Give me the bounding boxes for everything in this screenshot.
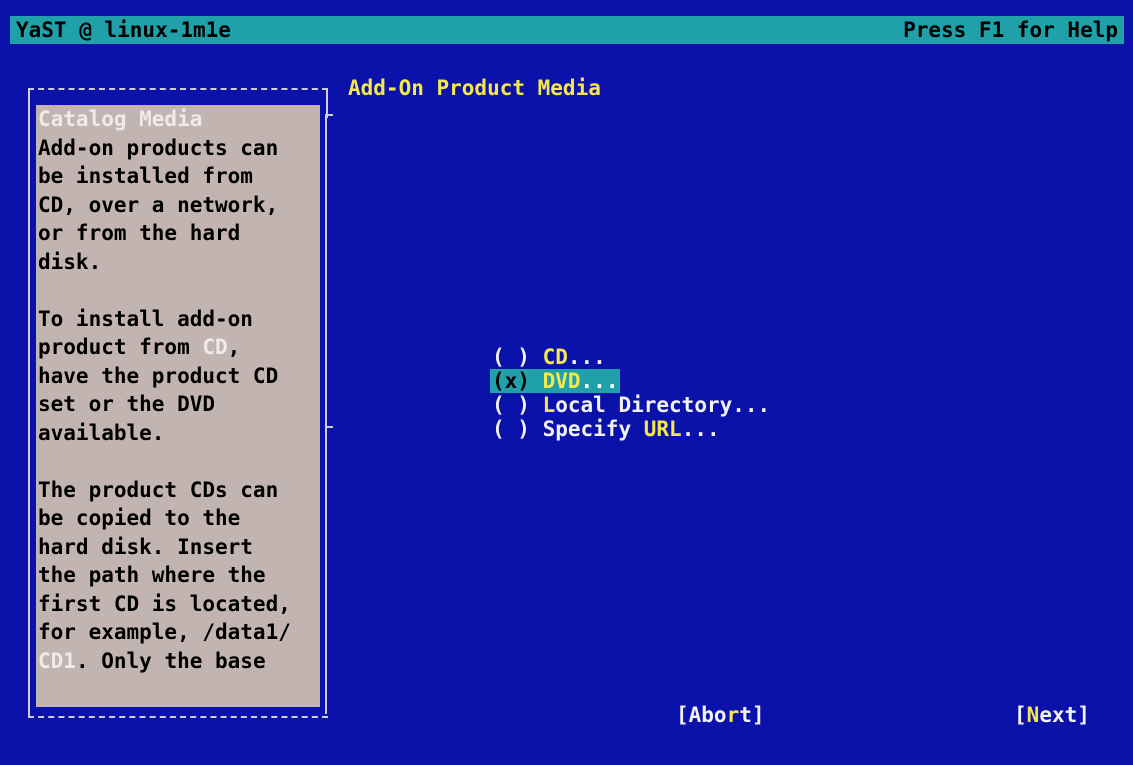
help-line: The product CDs can <box>38 477 279 502</box>
help-line: CD1. Only the base <box>38 647 320 676</box>
help-panel[interactable]: Catalog Media Add-on products can be insta… <box>36 105 320 707</box>
option-dvd[interactable]: (x) DVD... <box>490 369 621 393</box>
help-line: To install add-on <box>38 306 253 331</box>
yast-screen: YaST @ linux-1m1e Press F1 for Help Cata… <box>0 0 1133 765</box>
help-text: Catalog Media Add-on products can be insta… <box>38 105 320 675</box>
frame-left-border <box>28 88 30 718</box>
radio-label-hotkey: URL <box>643 417 682 441</box>
help-line-segment: . Only the base <box>75 648 266 673</box>
radio-label-hotkey: CD <box>542 345 568 369</box>
help-line: product from CD, <box>38 333 320 362</box>
option-specify-url[interactable]: ( ) Specify URL... <box>490 417 722 441</box>
radio-indicator: (x) <box>492 369 530 393</box>
frame-bottom-border <box>28 716 328 718</box>
help-line: set or the DVD <box>38 392 216 416</box>
radio-label-rest: ... <box>681 417 720 441</box>
help-line: have the product CD <box>38 363 279 388</box>
help-line: be installed from <box>38 164 253 188</box>
next-button[interactable]: [Next] <box>1014 703 1090 727</box>
help-line <box>38 276 320 305</box>
help-hint: Press F1 for Help <box>903 18 1118 42</box>
radio-label-rest: ... <box>567 345 606 369</box>
radio-indicator: ( ) <box>492 345 530 369</box>
help-line: available. <box>38 420 165 445</box>
help-line-segment: , <box>227 335 241 359</box>
media-type-radio-group: ( ) CD... (x) DVD...( ) Local Directory..… <box>490 345 772 441</box>
dialog-title: Add-On Product Media <box>348 76 601 100</box>
radio-label-rest: ... <box>580 369 619 393</box>
help-line: CD, over a network, <box>38 192 279 217</box>
help-line-segment: CD <box>202 335 228 359</box>
radio-label-hotkey: L <box>542 393 556 417</box>
abort-button[interactable]: [Abort] <box>676 703 765 727</box>
help-line <box>38 447 320 476</box>
help-line: be copied to the <box>38 506 241 530</box>
help-scrollbar[interactable] <box>322 114 333 714</box>
title-bar: YaST @ linux-1m1e Press F1 for Help <box>10 16 1124 44</box>
help-line: hard disk. Insert <box>38 534 253 559</box>
help-line: first CD is located, <box>38 591 291 616</box>
scrollbar-thumb-bottom <box>325 426 333 428</box>
radio-label-hotkey: DVD <box>542 369 581 393</box>
help-line: for example, /data1/ <box>38 620 291 644</box>
scrollbar-thumb-top <box>325 114 333 116</box>
window-title: YaST @ linux-1m1e <box>16 18 231 42</box>
radio-label-rest: ocal Directory... <box>555 393 771 417</box>
frame-top-border <box>28 88 328 90</box>
radio-indicator: ( ) <box>492 417 530 441</box>
help-line-segment: product from <box>38 335 203 359</box>
help-line: Catalog Media <box>38 107 203 131</box>
scrollbar-track <box>325 114 327 714</box>
radio-label-prefix: Specify <box>542 417 644 441</box>
help-line: or from the hard <box>38 221 241 245</box>
help-line: the path where the <box>38 563 266 587</box>
option-local-directory[interactable]: ( ) Local Directory... <box>490 393 772 417</box>
help-line: Add-on products can <box>38 135 279 160</box>
help-line-segment: CD1 <box>38 648 76 673</box>
radio-indicator: ( ) <box>492 393 530 417</box>
option-cd[interactable]: ( ) CD... <box>490 345 608 369</box>
help-line: disk. <box>38 249 102 274</box>
